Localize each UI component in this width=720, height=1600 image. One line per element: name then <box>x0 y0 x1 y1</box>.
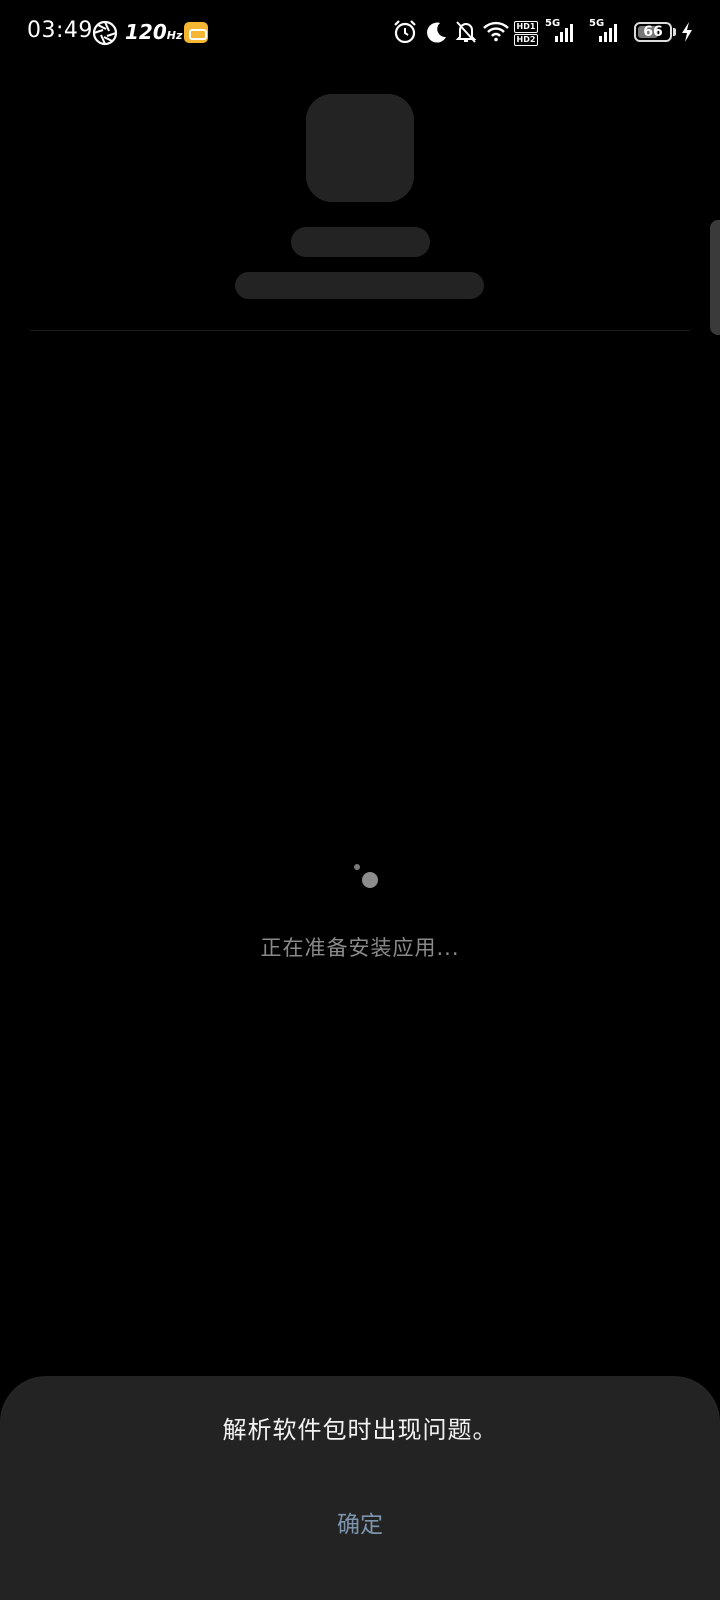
battery-level: 66 <box>643 24 663 40</box>
signal-icon-sim1: 5G <box>545 18 585 44</box>
header-divider <box>30 330 690 331</box>
confirm-button[interactable]: 确定 <box>310 1494 410 1550</box>
battery-cap <box>673 28 676 36</box>
battery-icon: 66 <box>634 22 672 42</box>
installer-screen: 03:49 120Hz HD1 HD2 5G 5G 66 正在准备安装应用...… <box>0 0 720 1600</box>
spinner-dot-large <box>362 872 378 888</box>
bell-off-icon <box>455 21 477 43</box>
game-mode-icon <box>184 22 208 43</box>
signal-icon-sim2: 5G <box>589 18 629 44</box>
app-name-placeholder <box>291 227 430 257</box>
alarm-icon <box>394 20 416 44</box>
dialog-message: 解析软件包时出现问题。 <box>222 1416 498 1444</box>
refresh-rate: 120Hz <box>125 20 183 44</box>
edge-panel-handle[interactable] <box>710 220 720 335</box>
app-icon-placeholder <box>306 94 414 202</box>
aperture-icon <box>92 20 118 46</box>
app-info-placeholder <box>235 272 484 299</box>
wifi-icon <box>483 21 509 42</box>
status-time: 03:49 <box>27 18 93 43</box>
hd-voice-icon: HD1 HD2 <box>514 21 538 46</box>
error-dialog: 解析软件包时出现问题。 确定 <box>0 1376 720 1600</box>
moon-icon <box>427 22 446 43</box>
spinner-dot-small <box>354 864 360 870</box>
loading-text: 正在准备安装应用... <box>260 936 460 960</box>
loading-spinner <box>354 864 378 888</box>
charging-icon <box>682 22 692 42</box>
status-bar: 03:49 120Hz HD1 HD2 5G 5G 66 <box>0 0 720 66</box>
